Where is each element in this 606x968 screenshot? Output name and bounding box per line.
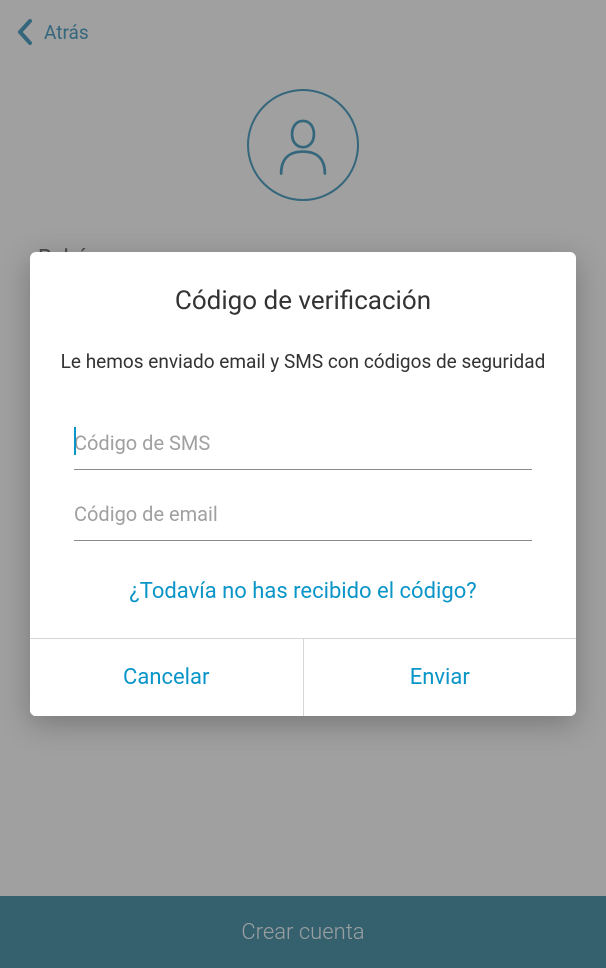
dialog-title: Código de verificación	[30, 252, 576, 336]
sms-code-input[interactable]	[74, 421, 532, 470]
modal-overlay: Código de verificación Le hemos enviado …	[0, 0, 606, 968]
text-caret-icon	[74, 427, 76, 455]
dialog-body	[30, 389, 576, 551]
email-code-input[interactable]	[74, 492, 532, 541]
send-button[interactable]: Enviar	[304, 639, 577, 716]
verification-dialog: Código de verificación Le hemos enviado …	[30, 252, 576, 716]
cancel-button[interactable]: Cancelar	[30, 639, 304, 716]
email-code-field	[74, 492, 532, 541]
resend-code-link[interactable]: ¿Todavía no has recibido el código?	[30, 551, 576, 638]
dialog-description: Le hemos enviado email y SMS con códigos…	[30, 336, 576, 389]
sms-code-field	[74, 421, 532, 470]
dialog-actions: Cancelar Enviar	[30, 638, 576, 716]
